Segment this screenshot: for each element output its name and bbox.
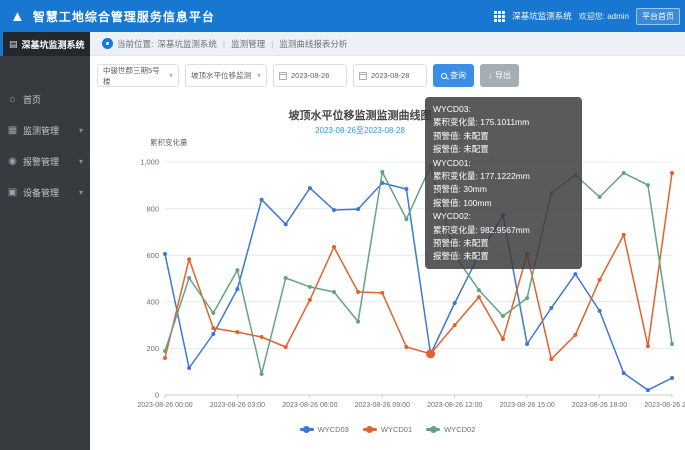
svg-text:400: 400	[146, 298, 159, 307]
chevron-down-icon: ▾	[257, 71, 261, 80]
legend-item-wycd02[interactable]: WYCD02	[426, 425, 475, 434]
monitoring-line-chart: 坡顶水平位移监测监测曲线图 2023-08-26至2023-08-28 累积变化…	[90, 95, 685, 450]
list-icon: ▤	[9, 39, 18, 50]
monitor-point-select-value: 坡顶水平位移监测	[191, 70, 251, 81]
sidebar-system-title: ▤ 深基坑监测系统	[0, 32, 90, 56]
sidebar-item-label: 设备管理	[23, 186, 59, 199]
sidebar: ▤ 深基坑监测系统 ⌂ 首页 ▦ 监测管理 ▾ ◉ 报警管理 ▾ ▣ 设备管理 …	[0, 32, 90, 450]
series-marker-icon	[300, 428, 314, 431]
breadcrumb-prefix: 当前位置:	[117, 38, 153, 50]
platform-home-button[interactable]: 平台首页	[636, 8, 680, 25]
svg-text:2023-08-26 18:00: 2023-08-26 18:00	[572, 402, 627, 409]
application-window: ▲ 智慧工地综合管理服务信息平台 深基坑监测系统 欢迎您: admin 平台首页…	[0, 0, 685, 450]
search-icon	[441, 73, 447, 79]
breadcrumb-separator: |	[223, 39, 225, 49]
start-date-value: 2023-08-26	[291, 71, 329, 80]
project-select-value: 中骏世郡三期5号楼	[103, 65, 165, 87]
welcome-label: 欢迎您:	[579, 12, 605, 21]
sidebar-title-label: 深基坑监测系统	[22, 38, 85, 51]
calendar-icon	[279, 72, 287, 80]
svg-text:0: 0	[155, 391, 159, 400]
legend-label: WYCD03	[318, 425, 349, 434]
svg-text:2023-08-26 09:00: 2023-08-26 09:00	[355, 402, 410, 409]
end-date-value: 2023-08-28	[371, 71, 409, 80]
username: admin	[607, 12, 629, 21]
svg-text:200: 200	[146, 344, 159, 353]
alarm-icon: ◉	[7, 156, 18, 167]
svg-text:800: 800	[146, 204, 159, 213]
end-date-input[interactable]: 2023-08-28	[353, 64, 427, 87]
legend-label: WYCD01	[381, 425, 412, 434]
export-button-label: 导出	[495, 70, 511, 81]
svg-text:2023-08-26 21:00: 2023-08-26 21:00	[644, 402, 685, 409]
svg-text:2023-08-26 03:00: 2023-08-26 03:00	[210, 402, 265, 409]
download-icon: ↓	[488, 72, 492, 80]
svg-text:2023-08-26 12:00: 2023-08-26 12:00	[427, 402, 482, 409]
breadcrumb: 当前位置: 深基坑监测系统 | 监测管理 | 监测曲线报表分析	[90, 32, 685, 56]
legend-item-wycd03[interactable]: WYCD03	[300, 425, 349, 434]
breadcrumb-item-monitoring[interactable]: 监测管理	[231, 38, 265, 50]
query-button-label: 查询	[450, 70, 466, 81]
monitor-icon: ▦	[7, 125, 18, 136]
export-button[interactable]: ↓ 导出	[480, 64, 519, 87]
sidebar-item-alarm[interactable]: ◉ 报警管理 ▾	[0, 146, 90, 177]
project-select[interactable]: 中骏世郡三期5号楼 ▾	[97, 64, 179, 87]
device-icon: ▣	[7, 187, 18, 198]
sidebar-item-home[interactable]: ⌂ 首页	[0, 84, 90, 115]
monitor-point-select[interactable]: 坡顶水平位移监测 ▾	[185, 64, 267, 87]
sidebar-item-label: 报警管理	[23, 155, 59, 168]
svg-text:2023-08-26 06:00: 2023-08-26 06:00	[282, 402, 337, 409]
app-title: 智慧工地综合管理服务信息平台	[33, 8, 215, 25]
top-header: ▲ 智慧工地综合管理服务信息平台 深基坑监测系统 欢迎您: admin 平台首页	[0, 0, 685, 32]
sidebar-menu: ⌂ 首页 ▦ 监测管理 ▾ ◉ 报警管理 ▾ ▣ 设备管理 ▾	[0, 56, 90, 208]
breadcrumb-separator: |	[271, 39, 273, 49]
svg-text:2023-08-26 15:00: 2023-08-26 15:00	[500, 402, 555, 409]
svg-text:1,000: 1,000	[140, 158, 159, 167]
breadcrumb-item-system[interactable]: 深基坑监测系统	[157, 38, 217, 50]
system-switcher[interactable]: 深基坑监测系统	[512, 10, 572, 22]
sidebar-item-monitoring[interactable]: ▦ 监测管理 ▾	[0, 115, 90, 146]
series-marker-icon	[363, 428, 377, 431]
start-date-input[interactable]: 2023-08-26	[273, 64, 347, 87]
location-pin-icon	[102, 38, 113, 49]
chart-legend: WYCD03 WYCD01 WYCD02	[90, 425, 685, 434]
chevron-down-icon: ▾	[79, 126, 83, 135]
query-button[interactable]: 查询	[433, 64, 474, 87]
breadcrumb-item-current: 监测曲线报表分析	[279, 38, 347, 50]
header-actions: 深基坑监测系统 欢迎您: admin 平台首页	[494, 8, 685, 25]
app-logo-icon: ▲	[10, 9, 25, 24]
chevron-down-icon: ▾	[169, 71, 173, 80]
apps-grid-icon[interactable]	[494, 11, 505, 22]
legend-item-wycd01[interactable]: WYCD01	[363, 425, 412, 434]
svg-text:600: 600	[146, 251, 159, 260]
sidebar-item-label: 监测管理	[23, 124, 59, 137]
sidebar-item-device[interactable]: ▣ 设备管理 ▾	[0, 177, 90, 208]
chevron-down-icon: ▾	[79, 157, 83, 166]
series-marker-icon	[426, 428, 440, 431]
chart-plot-area[interactable]: 0 200 400 600 800 1,000 2023-08-26 00:00 2023-0…	[90, 95, 685, 450]
svg-text:2023-08-26 00:00: 2023-08-26 00:00	[137, 402, 192, 409]
calendar-icon	[359, 72, 367, 80]
sidebar-item-label: 首页	[23, 93, 41, 106]
filter-toolbar: 中骏世郡三期5号楼 ▾ 坡顶水平位移监测 ▾ 2023-08-26 2023-0…	[97, 64, 519, 87]
welcome-text: 欢迎您: admin	[579, 11, 629, 22]
legend-label: WYCD02	[444, 425, 475, 434]
home-icon: ⌂	[7, 94, 18, 105]
chevron-down-icon: ▾	[79, 188, 83, 197]
